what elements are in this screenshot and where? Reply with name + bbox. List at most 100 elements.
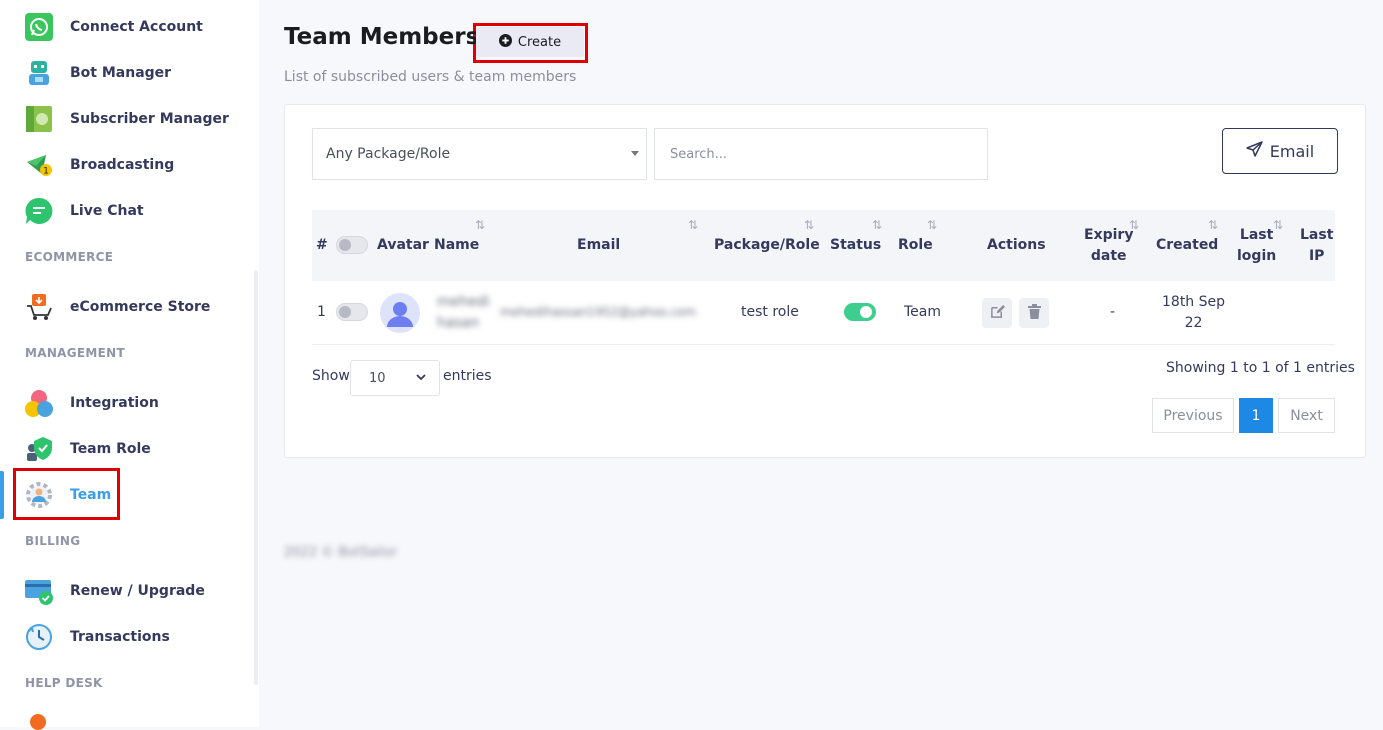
col-role[interactable]: Role (898, 235, 933, 256)
sort-icon[interactable]: ⇅ (804, 218, 814, 232)
col-email[interactable]: Email (577, 235, 620, 256)
sidebar-item-subscriber-manager[interactable]: Subscriber Manager (0, 99, 254, 139)
sidebar-item-label: Broadcasting (70, 157, 175, 173)
col-expiry-date[interactable]: Expiry date (1084, 225, 1133, 267)
edit-button[interactable] (982, 298, 1012, 328)
member-created: 18th Sep 22 (1162, 292, 1225, 334)
row-index: 1 (317, 304, 326, 320)
email-button-label: Email (1269, 141, 1315, 161)
create-button[interactable]: Create (476, 27, 584, 57)
sidebar-scrollbar[interactable] (254, 270, 258, 685)
col-created[interactable]: Created (1156, 235, 1218, 256)
entries-label: entries (443, 368, 492, 384)
status-toggle[interactable] (844, 303, 876, 321)
row-divider (312, 344, 1335, 345)
col-avatar: Avatar (377, 237, 429, 253)
page-1-button[interactable]: 1 (1239, 398, 1273, 433)
sort-icon[interactable]: ⇅ (475, 218, 485, 232)
cart-icon (24, 292, 54, 322)
member-created-line2: 22 (1184, 315, 1203, 331)
sidebar-item-transactions[interactable]: Transactions (0, 617, 254, 657)
sidebar-item-connect-account[interactable]: Connect Account (0, 7, 254, 47)
whatsapp-icon (24, 12, 54, 42)
sidebar-item-integration[interactable]: Integration (0, 383, 254, 423)
create-button-label: Create (517, 34, 562, 50)
member-name-line2: hasan (437, 315, 480, 331)
col-package-role[interactable]: Package/Role (714, 235, 820, 256)
sort-icon[interactable]: ⇅ (1208, 218, 1218, 232)
sidebar-item-broadcasting[interactable]: 1 Broadcasting (0, 145, 254, 185)
sidebar-item-label: Connect Account (70, 19, 203, 35)
sort-icon[interactable]: ⇅ (1273, 218, 1283, 232)
sidebar-item-live-chat[interactable]: Live Chat (0, 191, 254, 231)
sidebar-item-label: Integration (70, 395, 159, 411)
row-select-toggle[interactable] (336, 303, 368, 321)
sort-icon[interactable]: ⇅ (872, 218, 882, 232)
avatar (380, 293, 420, 333)
member-role: Team (904, 304, 942, 320)
page-length-select[interactable]: 10 (350, 360, 440, 396)
col-name[interactable]: Name (434, 235, 479, 256)
sidebar-item-renew-upgrade[interactable]: Renew / Upgrade (0, 571, 254, 611)
caret-down-icon (631, 151, 639, 156)
next-button[interactable]: Next (1278, 398, 1335, 433)
plus-circle-icon (498, 33, 512, 51)
sidebar: Connect Account Bot Manager Subscriber M… (0, 0, 259, 730)
section-ecommerce: ECOMMERCE (25, 250, 114, 264)
trash-icon (1027, 303, 1041, 323)
col-expiry-line2: date (1090, 248, 1127, 264)
svg-text:1: 1 (43, 167, 49, 177)
sidebar-item-team-role[interactable]: Team Role (0, 429, 254, 469)
previous-button[interactable]: Previous (1152, 398, 1234, 433)
select-all-toggle[interactable] (336, 236, 368, 254)
member-email: mehedihassan1952@yahoo.com (500, 305, 696, 319)
package-role-select-value: Any Package/Role (326, 146, 451, 162)
sidebar-item-ecommerce-store[interactable]: eCommerce Store (0, 287, 254, 327)
integration-icon (24, 388, 54, 418)
page-title: Team Members (284, 24, 480, 50)
col-last-login[interactable]: Last login (1237, 225, 1276, 267)
sidebar-item-label: Transactions (70, 629, 170, 645)
team-role-icon (24, 434, 54, 464)
section-billing: BILLING (25, 534, 81, 548)
member-name-line1: mehedi (437, 294, 490, 310)
paper-plane-icon (1246, 140, 1264, 162)
page-length-value: 10 (369, 370, 386, 386)
col-last-login-line1: Last (1239, 227, 1274, 243)
transactions-icon (24, 622, 54, 652)
sidebar-item-label: eCommerce Store (70, 299, 211, 315)
delete-button[interactable] (1019, 298, 1049, 328)
member-created-line1: 18th Sep (1162, 294, 1226, 310)
sort-icon[interactable]: ⇅ (1129, 218, 1139, 232)
chat-icon (24, 196, 54, 226)
page-subtitle: List of subscribed users & team members (284, 69, 577, 85)
sort-icon[interactable]: ⇅ (927, 218, 937, 232)
col-last-ip-line2: IP (1308, 248, 1325, 264)
member-package: test role (741, 304, 799, 320)
col-last-login-line2: login (1237, 248, 1277, 264)
col-actions: Actions (987, 237, 1046, 253)
email-button[interactable]: Email (1222, 128, 1338, 174)
col-last-ip-line1: Last (1300, 227, 1334, 243)
col-status[interactable]: Status (830, 235, 881, 256)
edit-icon (990, 304, 1005, 323)
sidebar-item-bot-manager[interactable]: Bot Manager (0, 53, 254, 93)
col-last-ip[interactable]: Last IP (1300, 225, 1333, 267)
chevron-down-icon (415, 371, 427, 387)
sort-icon[interactable]: ⇅ (688, 218, 698, 232)
footer-copyright: 2022 © BotSailor (284, 545, 398, 560)
search-input[interactable] (654, 128, 988, 180)
card-icon (24, 576, 54, 606)
package-role-select[interactable]: Any Package/Role (312, 128, 647, 180)
subscriber-icon (24, 104, 54, 134)
helpdesk-icon (30, 714, 46, 730)
sidebar-item-label: Bot Manager (70, 65, 172, 81)
active-indicator (0, 471, 4, 519)
col-index: # (316, 237, 328, 253)
sidebar-item-label: Live Chat (70, 203, 144, 219)
member-name: mehedi hasan (437, 292, 490, 334)
section-helpdesk: HELP DESK (25, 676, 103, 690)
section-management: MANAGEMENT (25, 346, 125, 360)
broadcast-icon: 1 (24, 150, 54, 180)
table-info: Showing 1 to 1 of 1 entries (1166, 360, 1355, 376)
